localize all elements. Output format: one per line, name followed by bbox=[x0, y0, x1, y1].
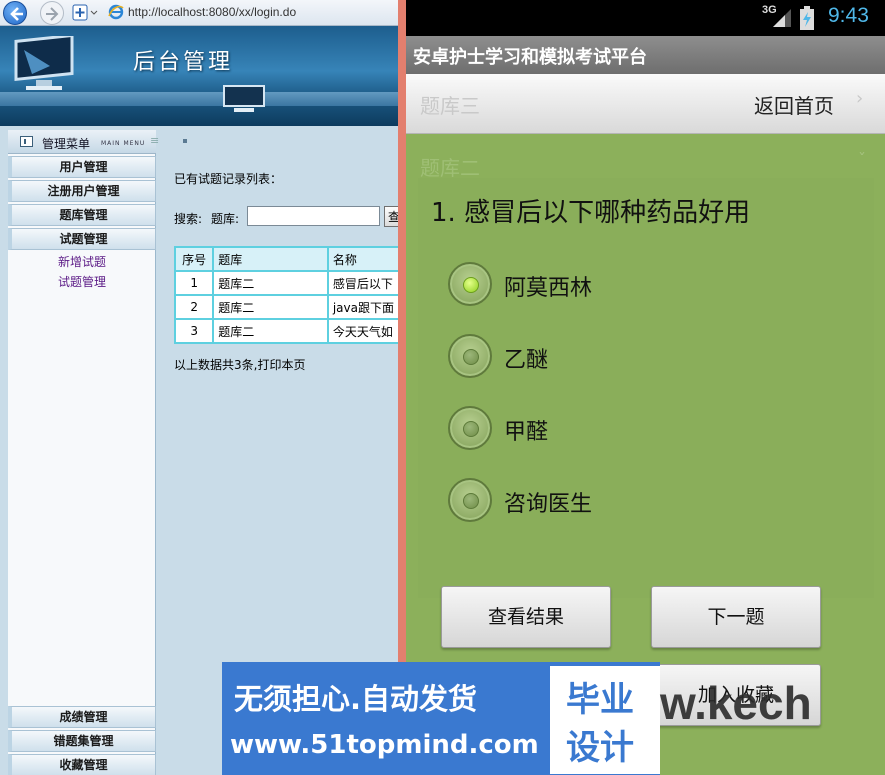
option-label: 阿莫西林 bbox=[504, 276, 593, 301]
monitor-icon bbox=[14, 36, 74, 90]
signal-icon bbox=[773, 9, 791, 27]
menu-wrong-questions[interactable]: 错题集管理 bbox=[8, 730, 156, 752]
col-name: 名称 bbox=[326, 246, 400, 272]
menu-registered-users[interactable]: 注册用户管理 bbox=[8, 180, 156, 202]
watermark-slogan: 无须担心.自动发货 bbox=[234, 682, 478, 716]
admin-header: 后台管理 bbox=[0, 26, 400, 126]
chevron-right-icon: › bbox=[856, 88, 864, 109]
option-3[interactable]: 甲醛 bbox=[436, 406, 736, 454]
radio-icon[interactable] bbox=[448, 406, 492, 450]
menu-user-management[interactable]: 用户管理 bbox=[8, 156, 156, 178]
action-bar: 题库三 返回首页 › bbox=[406, 74, 885, 134]
watermark-badge-line1: 毕业 bbox=[566, 680, 634, 720]
android-screen: 3G 9:43 安卓护士学习和模拟考试平台 题库三 返回首页 › 题库二 ˇ ˇ… bbox=[406, 0, 885, 775]
forward-button[interactable] bbox=[40, 1, 64, 25]
question-text: 1. 感冒后以下哪种药品好用 bbox=[431, 198, 751, 228]
menu-icon bbox=[20, 136, 33, 147]
sidebar: 管理菜单 MAIN MENU 用户管理 注册用户管理 题库管理 试题管理 新增试… bbox=[8, 130, 156, 775]
bank-search-input[interactable] bbox=[247, 206, 380, 226]
ie-logo-icon bbox=[108, 4, 124, 20]
arrow-left-icon bbox=[10, 7, 23, 21]
watermark-url-fragment: w.kech bbox=[660, 677, 812, 729]
cell-index: 2 bbox=[173, 294, 215, 320]
option-4[interactable]: 咨询医生 bbox=[436, 478, 736, 526]
option-label: 甲醛 bbox=[504, 420, 549, 445]
app-title-bar: 安卓护士学习和模拟考试平台 bbox=[406, 36, 885, 74]
radio-selected-icon[interactable] bbox=[448, 262, 492, 306]
menu-subtitle: MAIN MENU bbox=[101, 140, 146, 147]
sub-link-question-list[interactable]: 试题管理 bbox=[58, 273, 106, 290]
question-panel: 1. 感冒后以下哪种药品好用 阿莫西林 乙醚 甲醛 咨询医生 bbox=[418, 178, 874, 598]
cell-name[interactable]: java跟下面 bbox=[326, 294, 400, 320]
ghost-list-item-bank2: 题库二 bbox=[420, 156, 480, 180]
menu-dot-icon bbox=[183, 139, 187, 143]
search-label: 搜索: bbox=[174, 212, 203, 226]
menu-favorites[interactable]: 收藏管理 bbox=[8, 754, 156, 775]
table-row[interactable]: 1 题库二 感冒后以下 bbox=[173, 270, 400, 296]
bank-label: 题库: bbox=[211, 212, 240, 226]
chevron-down-icon: ˇ bbox=[858, 150, 866, 169]
window-divider bbox=[398, 0, 406, 775]
arrow-right-icon bbox=[46, 7, 59, 21]
cell-name[interactable]: 今天天气如 bbox=[326, 318, 400, 344]
total-count-text[interactable]: 以上数据共3条,打印本页 bbox=[174, 356, 305, 373]
menu-grip-icon: ≡ bbox=[150, 134, 160, 147]
cell-name[interactable]: 感冒后以下 bbox=[326, 270, 400, 296]
option-1[interactable]: 阿莫西林 bbox=[436, 262, 736, 310]
col-index: 序号 bbox=[173, 246, 215, 272]
option-label: 咨询医生 bbox=[504, 492, 593, 517]
cell-bank: 题库二 bbox=[212, 318, 329, 344]
compatibility-view-icon[interactable] bbox=[72, 4, 102, 22]
option-label: 乙醚 bbox=[504, 348, 549, 373]
admin-header-title: 后台管理 bbox=[133, 50, 234, 75]
watermark-banner: 无须担心.自动发货 www.51topmind.com 毕业 设计 bbox=[222, 662, 660, 775]
menu-question-management[interactable]: 试题管理 bbox=[8, 228, 156, 250]
monitor-small-icon bbox=[223, 85, 265, 112]
option-2[interactable]: 乙醚 bbox=[436, 334, 736, 382]
next-question-button[interactable]: 下一题 bbox=[651, 586, 821, 648]
view-result-button[interactable]: 查看结果 bbox=[441, 586, 611, 648]
col-bank: 题库 bbox=[212, 246, 329, 272]
battery-charging-icon bbox=[800, 6, 814, 30]
cell-index: 3 bbox=[173, 318, 215, 344]
table-row[interactable]: 2 题库二 java跟下面 bbox=[173, 294, 400, 320]
address-bar: http://localhost:8080/xx/login.do bbox=[0, 0, 400, 26]
table-row[interactable]: 3 题库二 今天天气如 bbox=[173, 318, 400, 344]
watermark-badge-line2: 设计 bbox=[566, 728, 634, 768]
cell-bank: 题库二 bbox=[212, 294, 329, 320]
radio-icon[interactable] bbox=[448, 334, 492, 378]
menu-header: 管理菜单 MAIN MENU bbox=[8, 130, 156, 154]
menu-question-bank[interactable]: 题库管理 bbox=[8, 204, 156, 226]
app-title: 安卓护士学习和模拟考试平台 bbox=[413, 47, 647, 68]
status-clock: 9:43 bbox=[828, 4, 869, 27]
record-table: 序号 题库 名称 1 题库二 感冒后以下 2 题库二 java跟下面 3 题库二… bbox=[173, 246, 400, 344]
radio-icon[interactable] bbox=[448, 478, 492, 522]
ghost-list-item-bank3: 题库三 bbox=[420, 94, 480, 118]
menu-title: 管理菜单 bbox=[42, 137, 91, 151]
watermark-badge: 毕业 设计 bbox=[550, 666, 660, 774]
cell-bank: 题库二 bbox=[212, 270, 329, 296]
menu-score-management[interactable]: 成绩管理 bbox=[8, 706, 156, 728]
status-bar: 3G 9:43 bbox=[406, 0, 885, 36]
cell-index: 1 bbox=[173, 270, 215, 296]
list-heading: 已有试题记录列表： bbox=[174, 172, 283, 186]
watermark-website: www.51topmind.com bbox=[230, 730, 539, 760]
back-home-link[interactable]: 返回首页 bbox=[754, 90, 834, 119]
table-header-row: 序号 题库 名称 bbox=[173, 246, 400, 272]
sub-link-new-question[interactable]: 新增试题 bbox=[58, 253, 106, 270]
back-button[interactable] bbox=[3, 1, 27, 25]
url-text[interactable]: http://localhost:8080/xx/login.do bbox=[128, 5, 296, 19]
browser-window: http://localhost:8080/xx/login.do 后台管理 管… bbox=[0, 0, 400, 775]
